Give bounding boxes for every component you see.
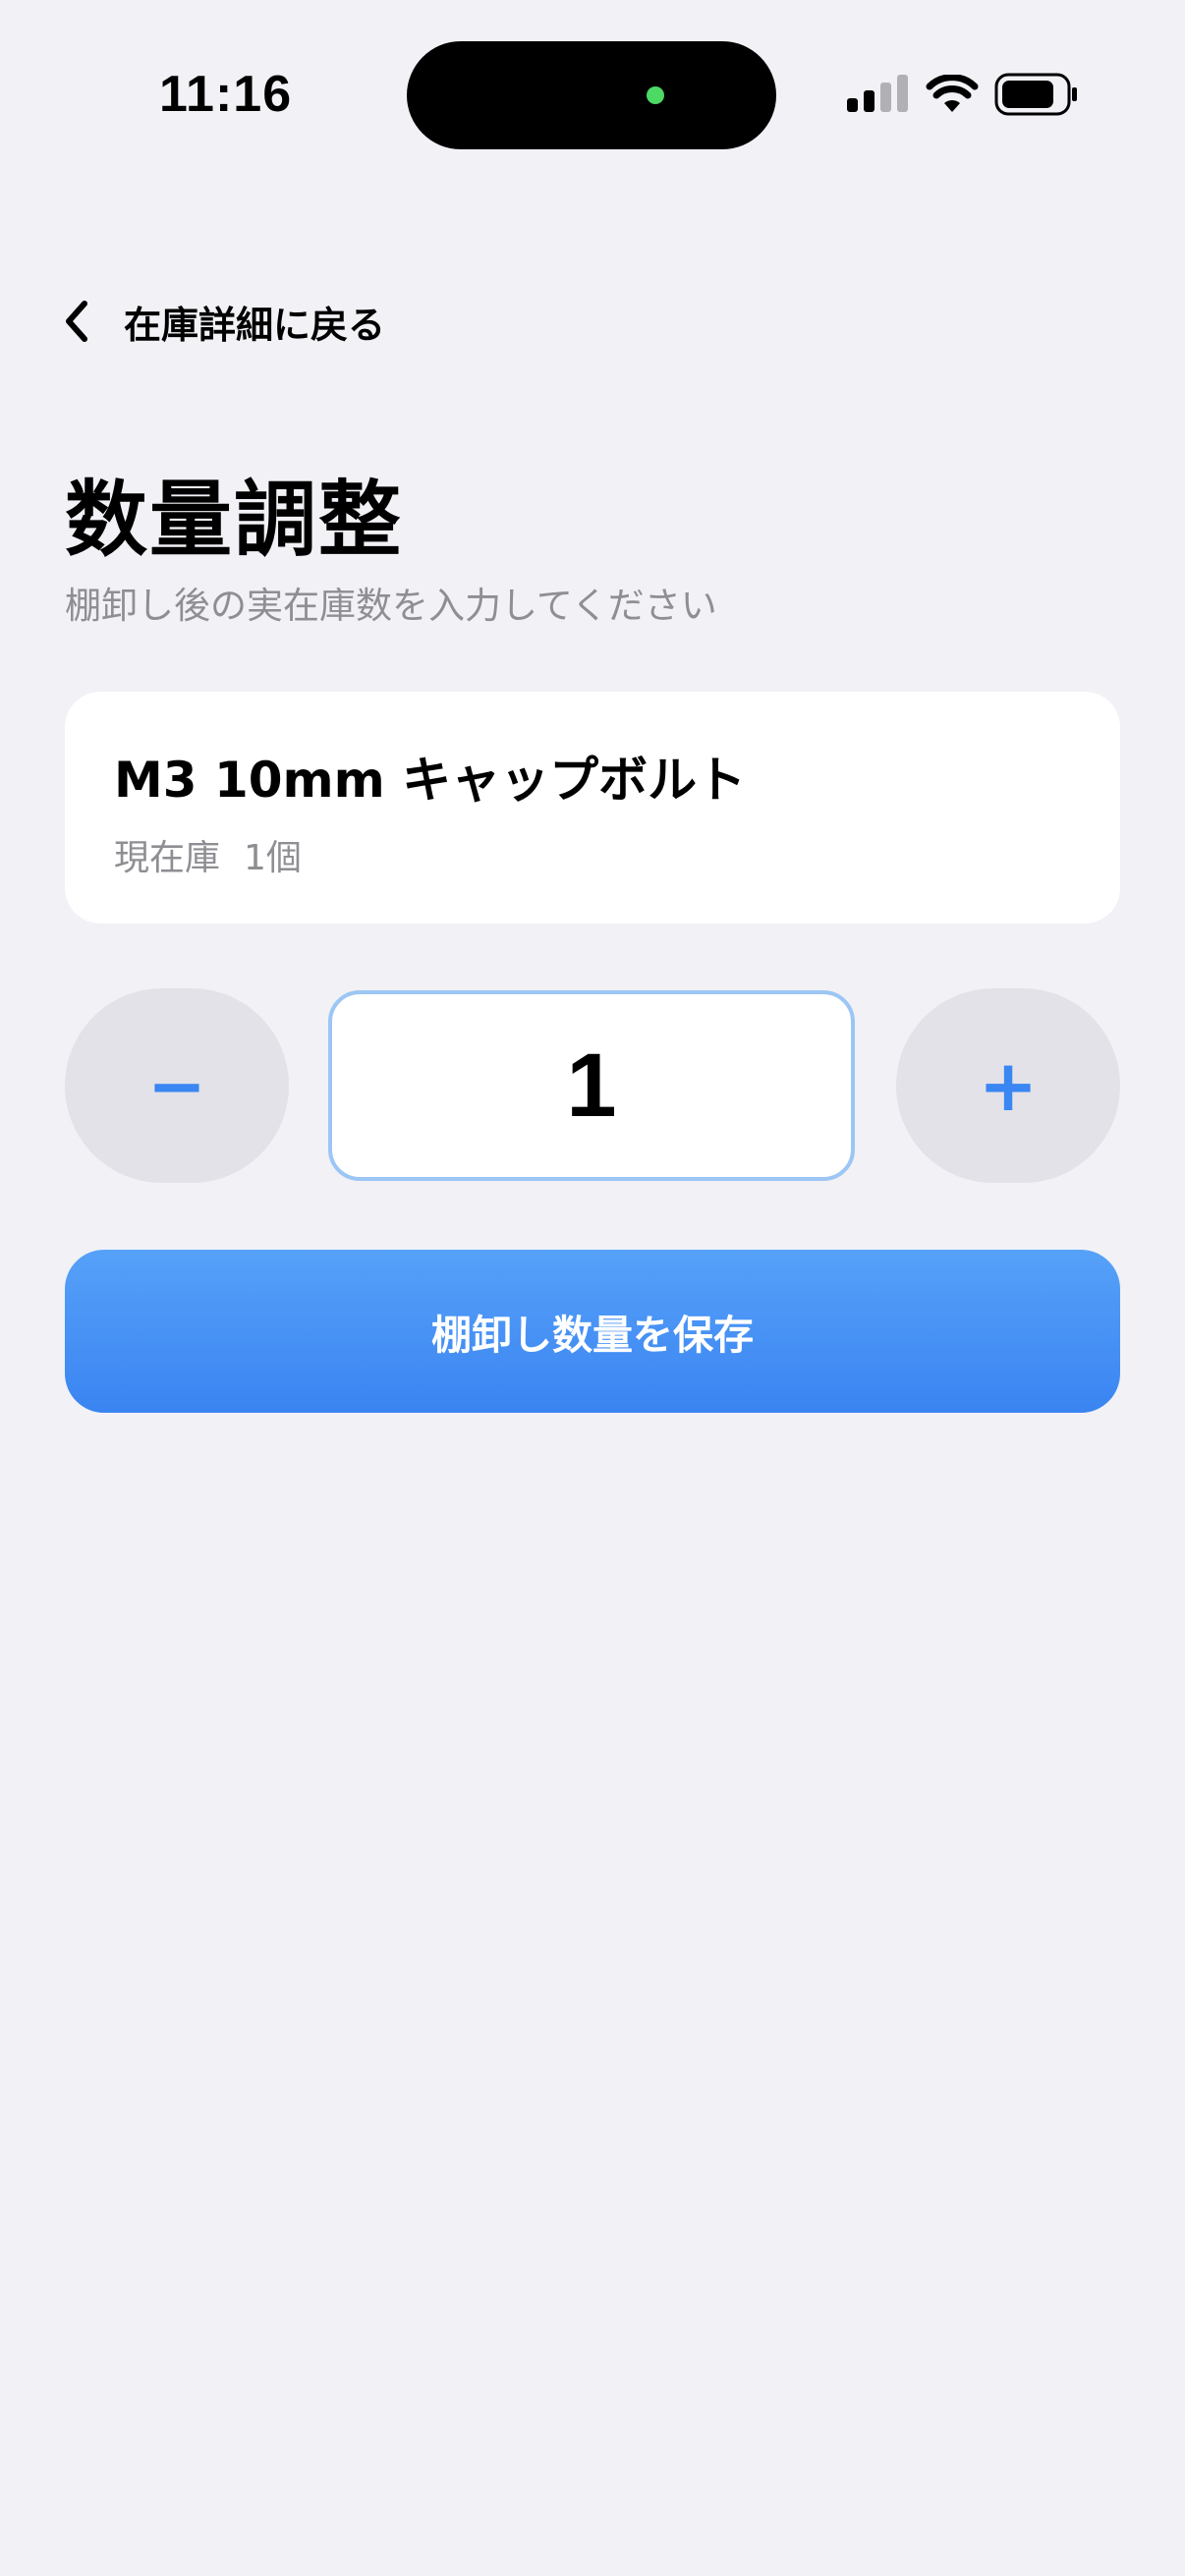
minus-icon: − bbox=[146, 1044, 207, 1127]
back-button[interactable]: 在庫詳細に戻る bbox=[61, 287, 385, 356]
item-stock: 現在庫 1個 bbox=[114, 829, 325, 880]
status-time: 11:16 bbox=[159, 66, 293, 123]
wifi-icon bbox=[926, 75, 979, 112]
chevron-left-icon bbox=[66, 301, 87, 342]
back-label: 在庫詳細に戻る bbox=[124, 303, 386, 347]
stock-label: 現在庫 bbox=[114, 838, 221, 878]
plus-icon: + bbox=[978, 1044, 1039, 1127]
item-name: M3 10mm キャップボルト bbox=[114, 752, 747, 809]
item-card: M3 10mm キャップボルト 現在庫 1個 bbox=[65, 692, 1120, 924]
dynamic-island bbox=[407, 41, 776, 149]
signal-icon bbox=[847, 75, 908, 112]
status-icons bbox=[847, 71, 1083, 120]
quantity-input[interactable]: 1 bbox=[328, 990, 855, 1181]
battery-icon bbox=[994, 73, 1077, 116]
decrement-button[interactable]: − bbox=[65, 988, 289, 1183]
increment-button[interactable]: + bbox=[896, 988, 1120, 1183]
page-title: 数量調整 bbox=[65, 472, 404, 568]
save-button[interactable]: 棚卸し数量を保存 bbox=[65, 1250, 1120, 1413]
page-subtitle: 棚卸し後の実在庫数を入力してください bbox=[65, 585, 717, 627]
stock-value: 1個 bbox=[244, 838, 302, 878]
camera-indicator bbox=[647, 86, 664, 104]
